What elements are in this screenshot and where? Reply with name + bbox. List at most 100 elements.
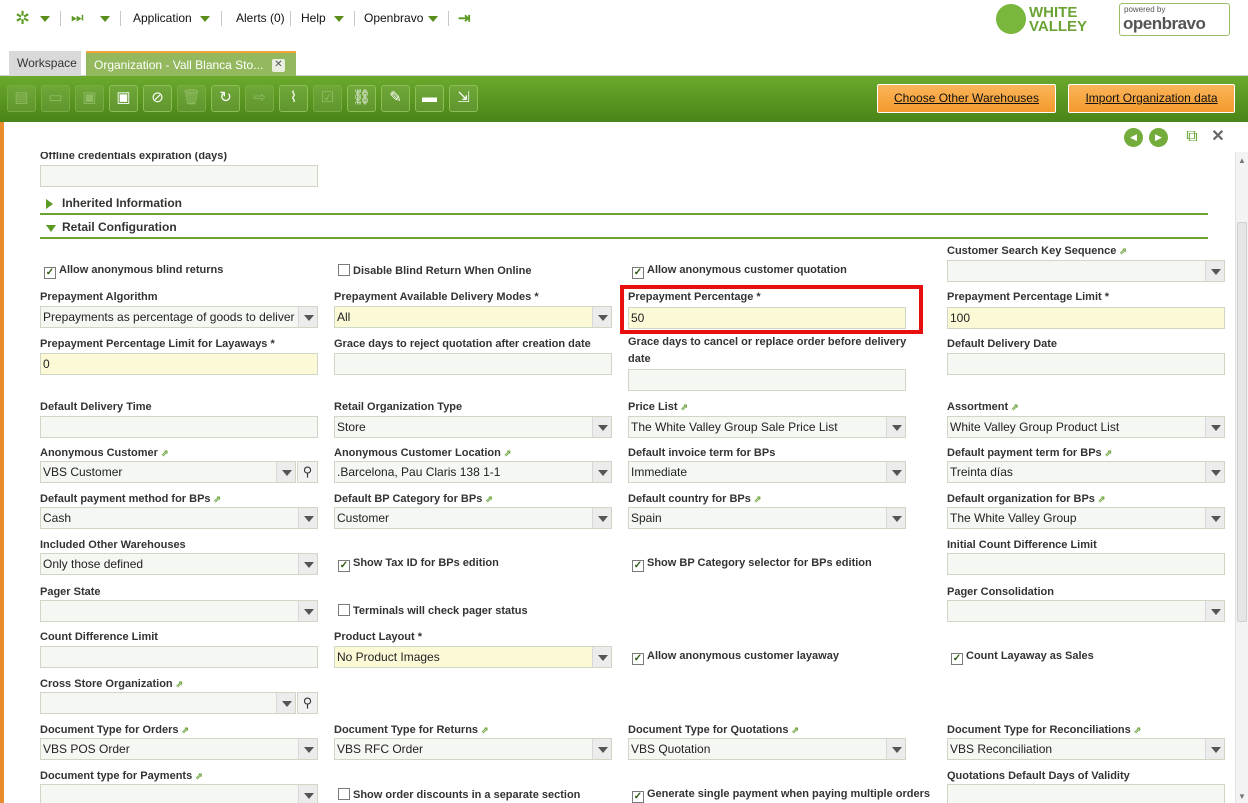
tab-workspace[interactable]: Workspace [9, 51, 81, 76]
show-discounts-checkbox[interactable]: Show order discounts in a separate secti… [338, 788, 580, 801]
export-icon[interactable]: ⇨ [245, 85, 274, 112]
scroll-up-icon[interactable]: ▲ [1238, 156, 1246, 165]
doc-payments-select[interactable] [40, 784, 318, 803]
openbravo-dropdown-icon[interactable] [428, 16, 438, 22]
allow-anon-quotation-checkbox[interactable]: ✓ Allow anonymous customer quotation [632, 264, 847, 279]
delete-icon[interactable]: 🗑 [177, 85, 206, 112]
payment-term-select[interactable]: Treinta días [947, 461, 1225, 483]
menu-separator [221, 11, 222, 26]
doc-returns-select[interactable]: VBS RFC Order [334, 738, 612, 760]
application-dropdown-icon[interactable] [200, 16, 210, 22]
customer-search-key-select[interactable] [947, 260, 1225, 282]
next-record-icon[interactable]: ▶ [1149, 128, 1168, 147]
doc-reconciliations-select[interactable]: VBS Reconciliation [947, 738, 1225, 760]
workspace-star-icon[interactable]: ✲ [15, 8, 30, 29]
invoice-term-select[interactable]: Immediate [628, 461, 906, 483]
maximize-icon[interactable]: ⧉ [1183, 128, 1201, 146]
default-delivery-date-input[interactable] [947, 353, 1225, 375]
offline-credentials-input[interactable] [40, 165, 318, 187]
count-diff-limit-input[interactable] [40, 646, 318, 668]
bp-category-select[interactable]: Customer [334, 507, 612, 529]
checkmark-icon: ✓ [632, 653, 644, 665]
scroll-down-icon[interactable]: ▼ [1238, 792, 1246, 801]
form-scrollbar[interactable]: ▲ ▼ [1235, 152, 1248, 803]
grace-reject-input[interactable] [334, 353, 612, 375]
allow-anon-blind-returns-checkbox[interactable]: ✓ Allow anonymous blind returns [44, 264, 223, 279]
link-icon: ⇗ [213, 494, 222, 504]
price-list-select[interactable]: The White Valley Group Sale Price List [628, 416, 906, 438]
terminals-pager-checkbox[interactable]: Terminals will check pager status [338, 604, 528, 617]
default-delivery-date-label: Default Delivery Date [947, 338, 1058, 350]
process-icon[interactable]: ☑ [313, 85, 342, 112]
link-icon[interactable]: ⛓ [347, 85, 376, 112]
tab-close-icon[interactable]: ✕ [272, 59, 285, 72]
included-warehouses-select[interactable]: Only those defined [40, 553, 318, 575]
attachment-icon[interactable]: ⌇ [279, 85, 308, 112]
refresh-icon[interactable]: ↻ [211, 85, 240, 112]
logo-text-valley: VALLEY [1029, 18, 1088, 35]
previous-record-icon[interactable]: ◀ [1124, 128, 1143, 147]
default-delivery-time-input[interactable] [40, 416, 318, 438]
prepayment-layaway-input[interactable]: 0 [40, 353, 318, 375]
default-country-select[interactable]: Spain [628, 507, 906, 529]
tools-icon[interactable]: ✎ [381, 85, 410, 112]
close-view-icon[interactable]: ✕ [1209, 128, 1227, 146]
tab-organization-label: Organization - Vall Blanca Sto... [94, 58, 264, 72]
count-layaway-sales-checkbox[interactable]: ✓ Count Layaway as Sales [951, 650, 1094, 665]
chevron-down-icon [592, 508, 611, 528]
product-layout-select[interactable]: No Product Images [334, 646, 612, 668]
anon-customer-select[interactable]: VBS Customer [40, 461, 296, 483]
price-list-label: Price List ⇗ [628, 401, 689, 413]
help-dropdown-icon[interactable] [334, 16, 344, 22]
assortment-label: Assortment ⇗ [947, 401, 1019, 413]
prepayment-pct-limit-input[interactable]: 100 [947, 307, 1225, 329]
white-valley-ball-icon [996, 4, 1026, 34]
logout-icon[interactable]: ⇥ [458, 9, 471, 27]
new-document-icon[interactable]: ▤ [7, 85, 36, 112]
doc-quotations-select[interactable]: VBS Quotation [628, 738, 906, 760]
org-bps-select[interactable]: The White Valley Group [947, 507, 1225, 529]
link-icon: ⇗ [1119, 246, 1127, 256]
quick-launch-icon[interactable]: ⏭ [71, 9, 84, 26]
print-icon[interactable]: ⇲ [449, 85, 478, 112]
allow-anon-layaway-checkbox[interactable]: ✓ Allow anonymous customer layaway [632, 650, 839, 665]
prepayment-algorithm-select[interactable]: Prepayments as percentage of goods to de… [40, 306, 318, 328]
undo-icon[interactable]: ⊘ [143, 85, 172, 112]
star-dropdown-icon[interactable] [40, 16, 50, 22]
grid-form-toggle-icon[interactable]: ▬ [415, 85, 444, 112]
pager-state-select[interactable] [40, 600, 318, 622]
prepayment-modes-select[interactable]: All [334, 306, 612, 328]
quotation-validity-input[interactable] [947, 784, 1225, 803]
import-organization-data-button[interactable]: Import Organization data [1068, 84, 1235, 113]
search-icon[interactable]: ⚲ [297, 461, 318, 483]
retail-org-type-select[interactable]: Store [334, 416, 612, 438]
cross-store-org-select[interactable] [40, 692, 296, 714]
quick-launch-dropdown-icon[interactable] [100, 16, 110, 22]
save-icon[interactable]: ▣ [75, 85, 104, 112]
show-tax-id-checkbox[interactable]: ✓ Show Tax ID for BPs edition [338, 557, 499, 572]
disable-blind-return-checkbox[interactable]: Disable Blind Return When Online [338, 264, 531, 277]
payment-method-select[interactable]: Cash [40, 507, 318, 529]
pager-consolidation-select[interactable] [947, 600, 1225, 622]
scrollbar-thumb[interactable] [1237, 222, 1247, 622]
section-expanded-arrow-icon [46, 225, 56, 232]
default-country-label: Default country for BPs ⇗ [628, 493, 762, 505]
initial-count-diff-input[interactable] [947, 553, 1225, 575]
tab-organization[interactable]: Organization - Vall Blanca Sto... ✕ [86, 51, 296, 76]
doc-orders-select[interactable]: VBS POS Order [40, 738, 318, 760]
menu-application[interactable]: Application [133, 11, 192, 25]
anon-location-select[interactable]: .Barcelona, Pau Claris 138 1-1 [334, 461, 612, 483]
search-icon[interactable]: ⚲ [297, 692, 318, 714]
menu-help[interactable]: Help [301, 11, 326, 25]
save-close-icon[interactable]: ▣ [109, 85, 138, 112]
assortment-select[interactable]: White Valley Group Product List [947, 416, 1225, 438]
chevron-down-icon [276, 462, 295, 482]
single-payment-checkbox[interactable]: ✓ Generate single payment when paying mul… [632, 788, 930, 803]
menu-separator [290, 11, 291, 26]
choose-other-warehouses-button[interactable]: Choose Other Warehouses [877, 84, 1056, 113]
menu-alerts[interactable]: Alerts (0) [236, 11, 285, 25]
grace-cancel-input[interactable] [628, 369, 906, 391]
new-row-icon[interactable]: ▭ [41, 85, 70, 112]
show-bp-category-checkbox[interactable]: ✓ Show BP Category selector for BPs editi… [632, 557, 872, 572]
menu-openbravo[interactable]: Openbravo [364, 11, 423, 25]
